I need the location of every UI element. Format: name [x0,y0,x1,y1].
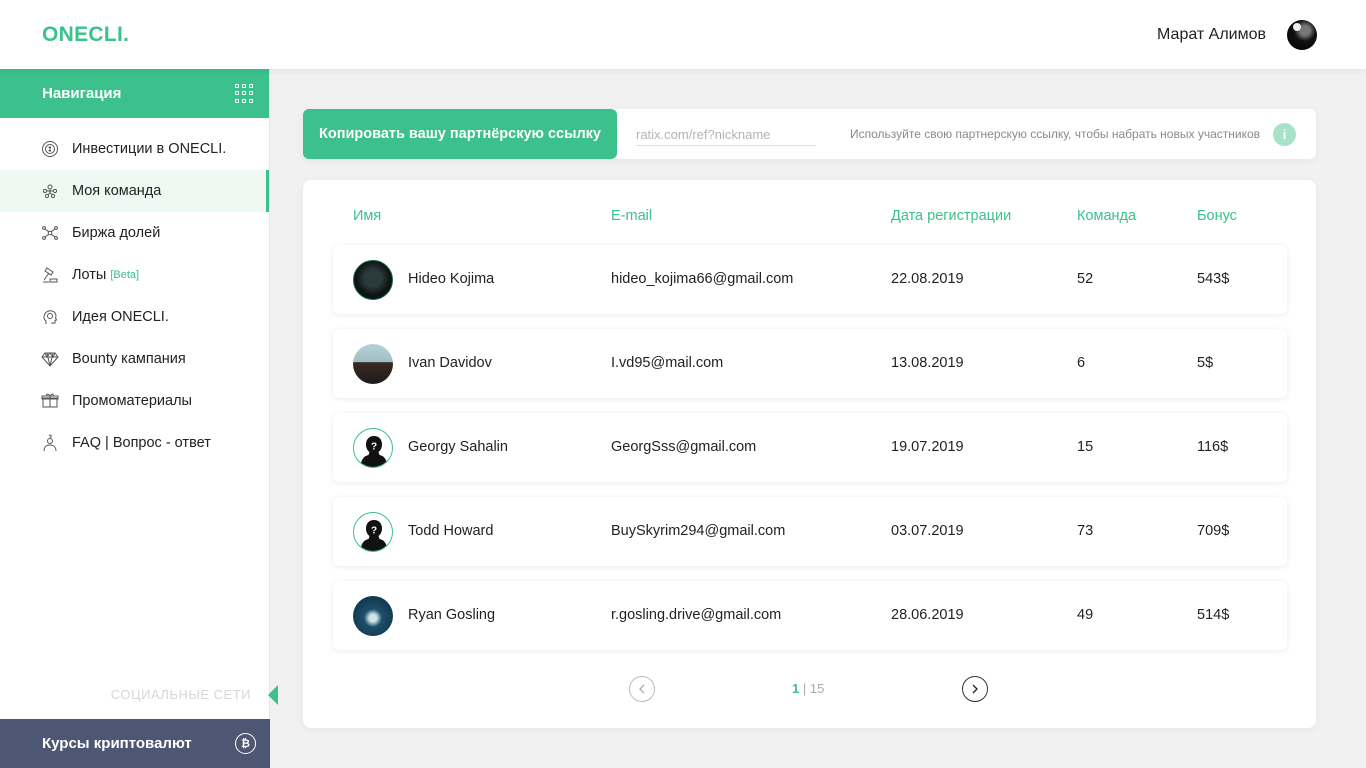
sidebar-item-idea[interactable]: Идея ONECLI. [0,296,269,338]
diamond-icon [40,349,60,369]
nav-header: Навигация [0,69,269,118]
crypto-rates-label: Курсы криптовалют [42,735,192,752]
sidebar-item-label: Моя команда [72,183,162,199]
beta-badge: [Beta] [110,269,140,281]
member-name: Georgy Sahalin [408,439,508,455]
member-team-count: 52 [1077,271,1094,287]
pagination: 1 | 15 [303,676,1316,702]
info-icon[interactable]: i [1273,123,1296,146]
member-team-count: 15 [1077,439,1094,455]
team-table-card: Имя E-mail Дата регистрации Команда Бону… [303,180,1316,728]
column-header-bonus[interactable]: Бонус [1197,208,1237,224]
page-indicator: 1 | 15 [792,681,824,696]
idea-head-icon [40,307,60,327]
member-email: I.vd95@mail.com [611,355,724,371]
exchange-icon [40,223,60,243]
table-header: Имя E-mail Дата регистрации Команда Бону… [303,208,1316,228]
referral-bar: Копировать вашу партнёрскую ссылку Испол… [303,109,1316,159]
auction-icon [40,265,60,285]
table-row[interactable]: ? Georgy Sahalin GeorgSss@gmail.com 19.0… [333,413,1287,482]
avatar [353,260,393,300]
table-row[interactable]: Ivan Davidov I.vd95@mail.com 13.08.2019 … [333,329,1287,398]
user-avatar[interactable] [1287,20,1317,50]
crypto-rates-button[interactable]: Курсы криптовалют ₿ [0,719,270,768]
bitcoin-icon: ₿ [235,733,256,754]
avatar-placeholder-icon: ? [353,428,393,468]
sidebar-item-share-exchange[interactable]: Биржа долей [0,212,269,254]
sidebar-item-label: Лоты [72,267,107,283]
sidebar: Навигация Инвестиции в ONECLI. Моя коман… [0,69,278,768]
nav-list: Инвестиции в ONECLI. Моя команда Биржа д… [0,128,269,464]
member-bonus: 514$ [1197,607,1230,623]
column-header-team[interactable]: Команда [1077,208,1136,224]
member-reg-date: 03.07.2019 [891,523,964,539]
sidebar-item-label: Идея ONECLI. [72,309,169,325]
grid-menu-icon[interactable] [235,83,255,104]
column-header-email[interactable]: E-mail [611,208,652,224]
svg-text:?: ? [371,442,377,453]
top-bar: ONECLI. Марат Алимов [0,0,1366,69]
member-email: hideo_kojima66@gmail.com [611,271,794,287]
member-email: BuySkyrim294@gmail.com [611,523,786,539]
member-name: Ryan Gosling [408,607,496,623]
column-header-date[interactable]: Дата регистрации [891,208,1011,224]
sidebar-item-investments[interactable]: Инвестиции в ONECLI. [0,128,269,170]
member-bonus: 116$ [1197,439,1229,455]
avatar [353,596,393,636]
sidebar-item-label: FAQ | Вопрос - ответ [72,435,211,451]
social-tab-arrow-icon[interactable] [268,685,278,705]
member-reg-date: 19.07.2019 [891,439,964,455]
column-header-name[interactable]: Имя [353,208,381,224]
page-separator: | [799,681,810,696]
referral-hint: Используйте свою партнерскую ссылку, что… [850,127,1261,141]
logo[interactable]: ONECLI. [42,23,129,47]
sidebar-item-promo[interactable]: Промоматериалы [0,380,269,422]
sidebar-item-lots[interactable]: Лоты [Beta] [0,254,269,296]
member-bonus: 5$ [1197,355,1214,371]
table-row[interactable]: Ryan Gosling r.gosling.drive@gmail.com 2… [333,581,1287,650]
member-bonus: 709$ [1197,523,1230,539]
copy-referral-link-button[interactable]: Копировать вашу партнёрскую ссылку [303,109,617,159]
gift-icon [40,391,60,411]
sidebar-item-my-team[interactable]: Моя команда [0,170,269,212]
member-email: GeorgSss@gmail.com [611,439,757,455]
sidebar-item-label: Биржа долей [72,225,161,241]
user-name[interactable]: Марат Алимов [1157,26,1266,44]
member-email: r.gosling.drive@gmail.com [611,607,782,623]
sidebar-item-label: Инвестиции в ONECLI. [72,141,227,157]
nav-header-title: Навигация [42,85,122,102]
chevron-left-icon [639,684,645,694]
member-name: Todd Howard [408,523,494,539]
next-page-button[interactable] [962,676,988,702]
member-reg-date: 13.08.2019 [891,355,964,371]
svg-text:?: ? [371,526,377,537]
faq-person-icon [40,433,60,453]
member-team-count: 49 [1077,607,1094,623]
sidebar-item-faq[interactable]: FAQ | Вопрос - ответ [0,422,269,464]
social-networks-toggle[interactable]: СОЦИАЛЬНЫЕ СЕТИ [0,685,278,705]
avatar-placeholder-icon: ? [353,512,393,552]
member-team-count: 6 [1077,355,1086,371]
table-row[interactable]: ? Todd Howard BuySkyrim294@gmail.com 03.… [333,497,1287,566]
member-reg-date: 28.06.2019 [891,607,964,623]
total-pages: 15 [809,681,825,696]
prev-page-button[interactable] [629,676,655,702]
member-name: Hideo Kojima [408,271,495,287]
team-icon [40,181,60,201]
table-row[interactable]: Hideo Kojima hideo_kojima66@gmail.com 22… [333,245,1287,314]
chevron-right-icon [972,684,978,694]
member-team-count: 73 [1077,523,1094,539]
sidebar-item-bounty[interactable]: Bounty кампания [0,338,269,380]
sidebar-item-label: Промоматериалы [72,393,192,409]
member-bonus: 543$ [1197,271,1230,287]
avatar [353,344,393,384]
member-name: Ivan Davidov [408,355,492,371]
referral-link-input[interactable] [636,124,816,146]
sidebar-item-label: Bounty кампания [72,351,186,367]
member-reg-date: 22.08.2019 [891,271,964,287]
social-networks-label: СОЦИАЛЬНЫЕ СЕТИ [110,687,251,702]
coin-stack-icon [40,139,60,159]
